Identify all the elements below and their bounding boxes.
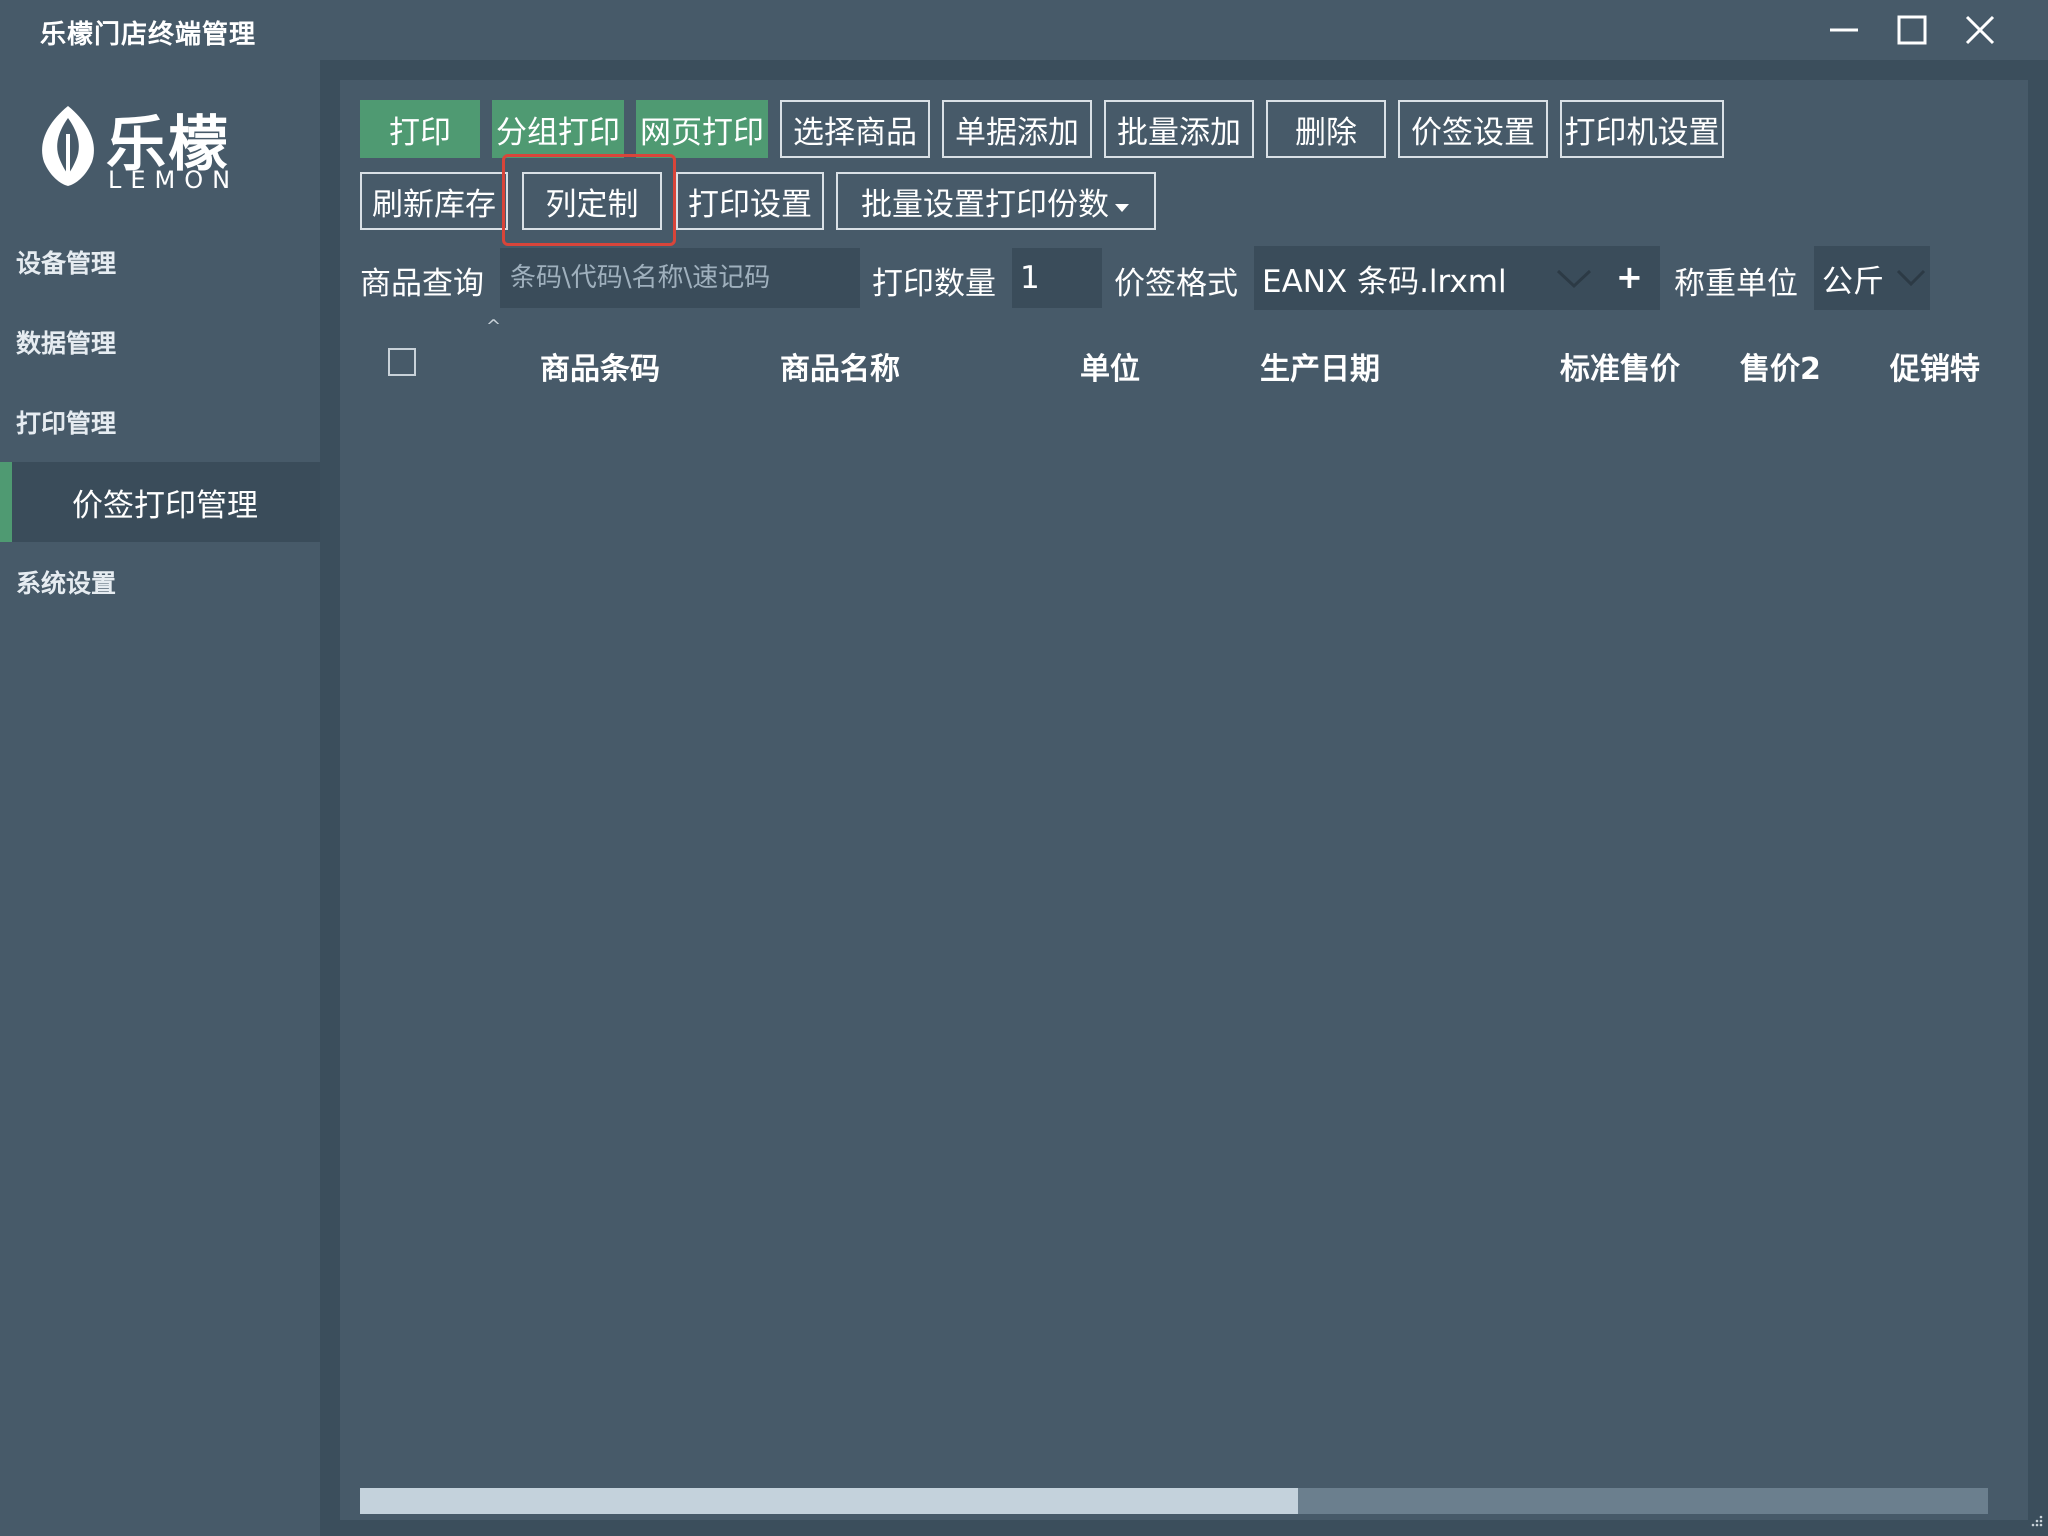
- column-header-production-date[interactable]: 生产日期: [1260, 344, 1380, 388]
- price-label-format-select[interactable]: EANX 条码.lrxml +: [1254, 246, 1660, 310]
- batch-add-button[interactable]: 批量添加: [1104, 100, 1254, 158]
- column-header-name[interactable]: 商品名称: [780, 344, 900, 388]
- sidebar: 乐檬 LEMON 设备管理 数据管理 打印管理 价签打印管理 系统设置: [0, 60, 320, 1536]
- close-icon: [1965, 15, 1995, 45]
- search-input[interactable]: [508, 262, 860, 294]
- button-label: 刷新库存: [372, 186, 496, 223]
- button-label: 单据添加: [955, 114, 1079, 151]
- refresh-stock-button[interactable]: 刷新库存: [360, 172, 508, 230]
- print-quantity-label: 打印数量: [872, 266, 996, 302]
- sort-caret-icon: ^: [486, 316, 502, 337]
- search-label: 商品查询: [360, 266, 484, 302]
- sidebar-item-label: 系统设置: [16, 569, 117, 598]
- select-products-button[interactable]: 选择商品: [780, 100, 930, 158]
- print-settings-button[interactable]: 打印设置: [676, 172, 824, 230]
- column-customize-button[interactable]: 列定制: [522, 172, 662, 230]
- web-print-button[interactable]: 网页打印: [636, 100, 768, 158]
- title-bar: 乐檬门店终端管理: [0, 0, 2048, 60]
- button-label: 列定制: [545, 186, 639, 223]
- price-label-settings-button[interactable]: 价签设置: [1398, 100, 1548, 158]
- weight-unit-label: 称重单位: [1674, 266, 1798, 302]
- horizontal-scrollbar-thumb[interactable]: [360, 1488, 1298, 1514]
- batch-set-copies-button[interactable]: 批量设置打印份数: [836, 172, 1156, 230]
- button-label: 网页打印: [640, 114, 764, 151]
- button-label: 分组打印: [496, 114, 620, 151]
- button-label: 打印设置: [688, 186, 812, 223]
- weight-unit-select[interactable]: 公斤: [1814, 246, 1930, 310]
- select-all-checkbox[interactable]: [388, 348, 416, 376]
- print-button[interactable]: 打印: [360, 100, 480, 158]
- column-header-standard-price[interactable]: 标准售价: [1560, 344, 1680, 388]
- sidebar-item-device[interactable]: 设备管理: [0, 222, 320, 302]
- dropdown-arrow-icon: [1115, 204, 1129, 212]
- column-header-barcode[interactable]: 商品条码: [540, 344, 660, 388]
- delete-button[interactable]: 删除: [1266, 100, 1386, 158]
- sidebar-item-label: 价签打印管理: [72, 487, 258, 524]
- maximize-button[interactable]: [1884, 6, 1940, 54]
- print-quantity-value: 1: [1020, 260, 1040, 296]
- minimize-icon: [1830, 28, 1858, 32]
- search-field[interactable]: [500, 248, 860, 308]
- leaf-logo-icon: [42, 106, 94, 186]
- logo-subtext: LEMON: [108, 166, 240, 194]
- sidebar-item-price-label-print[interactable]: 价签打印管理: [0, 462, 320, 542]
- sidebar-item-print[interactable]: 打印管理: [0, 382, 320, 462]
- button-label: 删除: [1295, 114, 1357, 151]
- weight-unit-value: 公斤: [1822, 263, 1884, 300]
- printer-settings-button[interactable]: 打印机设置: [1560, 100, 1724, 158]
- price-label-format-label: 价签格式: [1114, 266, 1238, 302]
- button-label: 选择商品: [793, 114, 917, 151]
- close-button[interactable]: [1952, 6, 2008, 54]
- sidebar-item-label: 设备管理: [16, 249, 117, 278]
- sidebar-item-data[interactable]: 数据管理: [0, 302, 320, 382]
- logo: 乐檬 LEMON: [36, 96, 266, 206]
- group-print-button[interactable]: 分组打印: [492, 100, 624, 158]
- button-label: 批量设置打印份数: [861, 186, 1109, 223]
- print-quantity-input[interactable]: 1: [1012, 248, 1102, 308]
- minimize-button[interactable]: [1816, 6, 1872, 54]
- column-header-price2[interactable]: 售价2: [1740, 344, 1821, 388]
- document-add-button[interactable]: 单据添加: [942, 100, 1092, 158]
- sidebar-item-label: 数据管理: [16, 329, 117, 358]
- column-header-promo-price[interactable]: 促销特: [1890, 344, 1980, 388]
- button-label: 打印机设置: [1564, 114, 1720, 151]
- maximize-icon: [1897, 15, 1927, 45]
- app-title: 乐檬门店终端管理: [40, 20, 257, 50]
- sidebar-item-system[interactable]: 系统设置: [0, 542, 320, 622]
- chevron-down-icon: [1556, 269, 1592, 289]
- price-label-format-value: EANX 条码.lrxml: [1262, 263, 1507, 300]
- resize-grip-icon[interactable]: [2030, 1514, 2044, 1528]
- add-format-button[interactable]: +: [1616, 258, 1643, 296]
- button-label: 打印: [389, 114, 451, 151]
- button-label: 批量添加: [1117, 114, 1241, 151]
- sidebar-item-label: 打印管理: [16, 409, 117, 438]
- column-header-unit[interactable]: 单位: [1080, 344, 1140, 388]
- chevron-down-icon: [1896, 269, 1926, 287]
- button-label: 价签设置: [1411, 114, 1535, 151]
